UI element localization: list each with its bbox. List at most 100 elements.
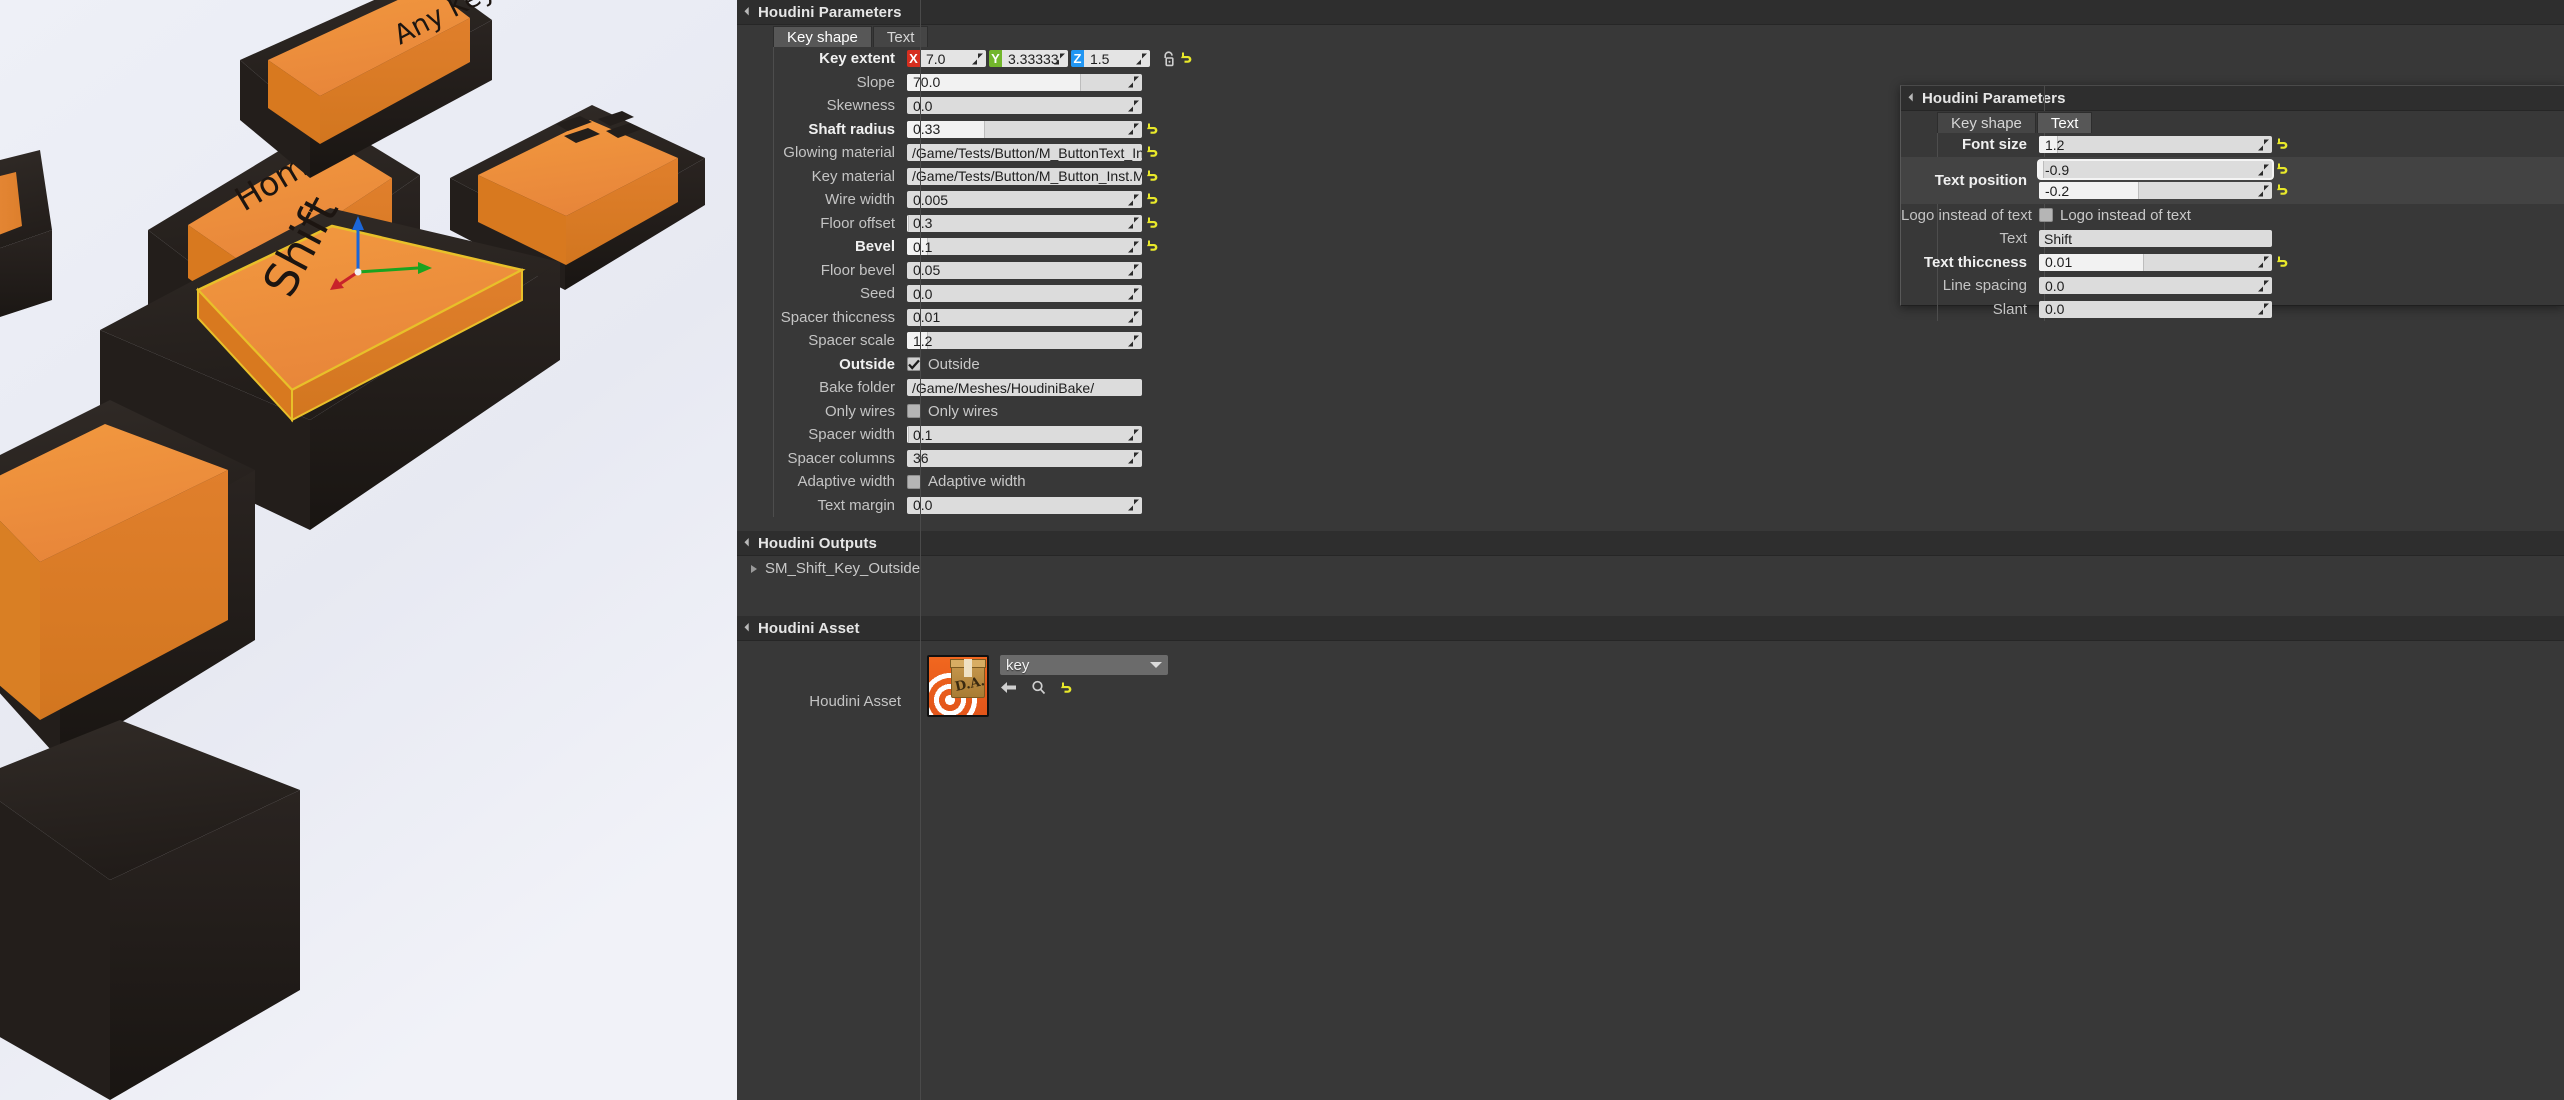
- numeric-input[interactable]: 0.05: [907, 261, 1142, 279]
- output-item[interactable]: SM_Shift_Key_Outside: [737, 556, 2564, 581]
- category-title: Houdini Outputs: [758, 534, 877, 552]
- spinner-drag-icon[interactable]: [1128, 194, 1139, 206]
- reset-to-default-icon[interactable]: [2276, 162, 2289, 177]
- text-input[interactable]: Shift: [2039, 230, 2272, 248]
- parameter-label: Bake folder: [819, 379, 895, 397]
- category-header-houdini-parameters-float[interactable]: Houdini Parameters: [1901, 86, 2564, 305]
- collapse-triangle-icon[interactable]: [744, 538, 753, 547]
- numeric-input[interactable]: 0.0: [907, 496, 1142, 514]
- numeric-input[interactable]: 36: [907, 449, 1142, 467]
- numeric-input[interactable]: 0.005: [907, 191, 1142, 209]
- collapse-triangle-icon[interactable]: [744, 623, 753, 632]
- tab-text[interactable]: Text: [2036, 112, 2093, 133]
- reset-asset-icon[interactable]: [1060, 681, 1073, 699]
- numeric-input[interactable]: 0.0: [907, 97, 1142, 115]
- spinner-drag-icon[interactable]: [2258, 256, 2269, 268]
- spinner-drag-icon[interactable]: [1128, 288, 1139, 300]
- axis-value-x[interactable]: 7.0: [920, 50, 986, 68]
- lock-ratio-icon[interactable]: [1162, 51, 1176, 67]
- numeric-input-value: 0.005: [913, 191, 949, 208]
- axis-value-z[interactable]: 1.5: [1084, 50, 1150, 68]
- tab-key-shape[interactable]: Key shape: [1937, 112, 2036, 133]
- numeric-input[interactable]: 0.01: [2039, 253, 2272, 271]
- reset-to-default-icon[interactable]: [2276, 137, 2289, 152]
- reset-to-default-icon[interactable]: [1146, 216, 1159, 231]
- numeric-input[interactable]: 0.33: [907, 120, 1142, 138]
- text-input[interactable]: /Game/Tests/Button/M_ButtonText_Inst.M_B…: [907, 144, 1142, 162]
- reset-to-default-icon[interactable]: [2276, 255, 2289, 270]
- spinner-drag-icon[interactable]: [1136, 53, 1147, 65]
- numeric-input-value: 0.0: [2045, 301, 2065, 318]
- asset-thumbnail[interactable]: D.A.: [927, 655, 989, 717]
- spinner-drag-icon[interactable]: [972, 53, 983, 65]
- numeric-input[interactable]: 0.0: [2039, 300, 2272, 318]
- parameter-row: Spacer columns 36: [737, 447, 2564, 471]
- spinner-drag-icon[interactable]: [2258, 185, 2269, 196]
- spinner-drag-icon[interactable]: [2258, 139, 2269, 151]
- spinner-drag-icon[interactable]: [1128, 100, 1139, 112]
- reset-to-default-icon[interactable]: [1146, 239, 1159, 254]
- reset-to-default-icon[interactable]: [1146, 192, 1159, 207]
- collapse-triangle-icon[interactable]: [744, 7, 753, 16]
- parameter-value: 1.2: [907, 332, 2564, 350]
- reset-to-default-icon[interactable]: [1146, 122, 1159, 137]
- axis-value-y[interactable]: 3.33333: [1002, 50, 1068, 68]
- checkbox[interactable]: [907, 404, 921, 419]
- level-viewport[interactable]: Home Any Key Shift: [0, 0, 737, 1100]
- search-asset-icon[interactable]: [1031, 680, 1046, 699]
- numeric-input[interactable]: 1.2: [2039, 136, 2272, 154]
- numeric-input[interactable]: 0.0: [2039, 277, 2272, 295]
- asset-select[interactable]: key: [1000, 655, 1168, 675]
- spinner-drag-icon[interactable]: [1128, 452, 1139, 464]
- numeric-input[interactable]: 0.3: [907, 214, 1142, 232]
- spinner-drag-icon[interactable]: [1054, 53, 1065, 65]
- numeric-input-value: 0.01: [2045, 254, 2073, 271]
- spinner-drag-icon[interactable]: [1128, 76, 1139, 88]
- spinner-drag-icon[interactable]: [1128, 429, 1139, 441]
- reset-to-default-icon[interactable]: [1146, 169, 1159, 184]
- numeric-input[interactable]: 70.0: [907, 73, 1142, 91]
- category-header-houdini-parameters[interactable]: Houdini Parameters: [737, 0, 2564, 1100]
- spinner-drag-icon[interactable]: [1128, 499, 1139, 511]
- parameter-row: Key extent X 7.0 Y 3.33333 Z 1.5: [737, 47, 2564, 71]
- vector-component-z[interactable]: Z 1.5: [1071, 50, 1150, 68]
- category-header-houdini-asset[interactable]: Houdini Asset: [737, 0, 2564, 1100]
- parameter-label: Font size: [1961, 136, 2027, 154]
- checkbox[interactable]: [2039, 208, 2053, 223]
- spinner-drag-icon[interactable]: [2258, 303, 2269, 315]
- spinner-drag-icon[interactable]: [2258, 280, 2269, 292]
- vector-input: X 7.0 Y 3.33333 Z 1.5: [907, 50, 1150, 68]
- parameter-row: Outside Outside: [737, 353, 2564, 377]
- spinner-drag-icon[interactable]: [1128, 335, 1139, 347]
- numeric-input[interactable]: 0.1: [907, 238, 1142, 256]
- numeric-input[interactable]: -0.9: [2039, 161, 2272, 178]
- vector-component-y[interactable]: Y 3.33333: [989, 50, 1068, 68]
- spinner-drag-icon[interactable]: [1128, 241, 1139, 253]
- numeric-input-value: 0.33: [913, 121, 941, 138]
- text-input[interactable]: /Game/Tests/Button/M_Button_Inst.M_Butto…: [907, 167, 1142, 185]
- spinner-drag-icon[interactable]: [1128, 123, 1139, 135]
- numeric-input[interactable]: -0.2: [2039, 182, 2272, 199]
- browse-back-icon[interactable]: [1000, 681, 1017, 698]
- numeric-input[interactable]: 0.1: [907, 426, 1142, 444]
- checkbox[interactable]: [907, 357, 921, 372]
- expand-triangle-icon[interactable]: [751, 564, 757, 573]
- spinner-drag-icon[interactable]: [1128, 264, 1139, 276]
- collapse-triangle-icon[interactable]: [1908, 93, 1917, 102]
- category-header-houdini-outputs[interactable]: Houdini Outputs: [737, 0, 2564, 1100]
- numeric-input[interactable]: 0.0: [907, 285, 1142, 303]
- spinner-drag-icon[interactable]: [1128, 311, 1139, 323]
- vector-component-x[interactable]: X 7.0: [907, 50, 986, 68]
- reset-to-default-icon[interactable]: [2276, 183, 2289, 198]
- numeric-input[interactable]: 1.2: [907, 332, 1142, 350]
- tab-key-shape[interactable]: Key shape: [773, 26, 872, 47]
- column-divider: [920, 641, 921, 771]
- reset-to-default-icon[interactable]: [1146, 145, 1159, 160]
- checkbox[interactable]: [907, 474, 921, 489]
- spinner-drag-icon[interactable]: [2258, 164, 2269, 175]
- spinner-drag-icon[interactable]: [1128, 217, 1139, 229]
- reset-to-default-icon[interactable]: [1180, 51, 1193, 66]
- parameter-value: X 7.0 Y 3.33333 Z 1.5: [907, 50, 2564, 68]
- numeric-input[interactable]: 0.01: [907, 308, 1142, 326]
- text-input[interactable]: /Game/Meshes/HoudiniBake/: [907, 379, 1142, 397]
